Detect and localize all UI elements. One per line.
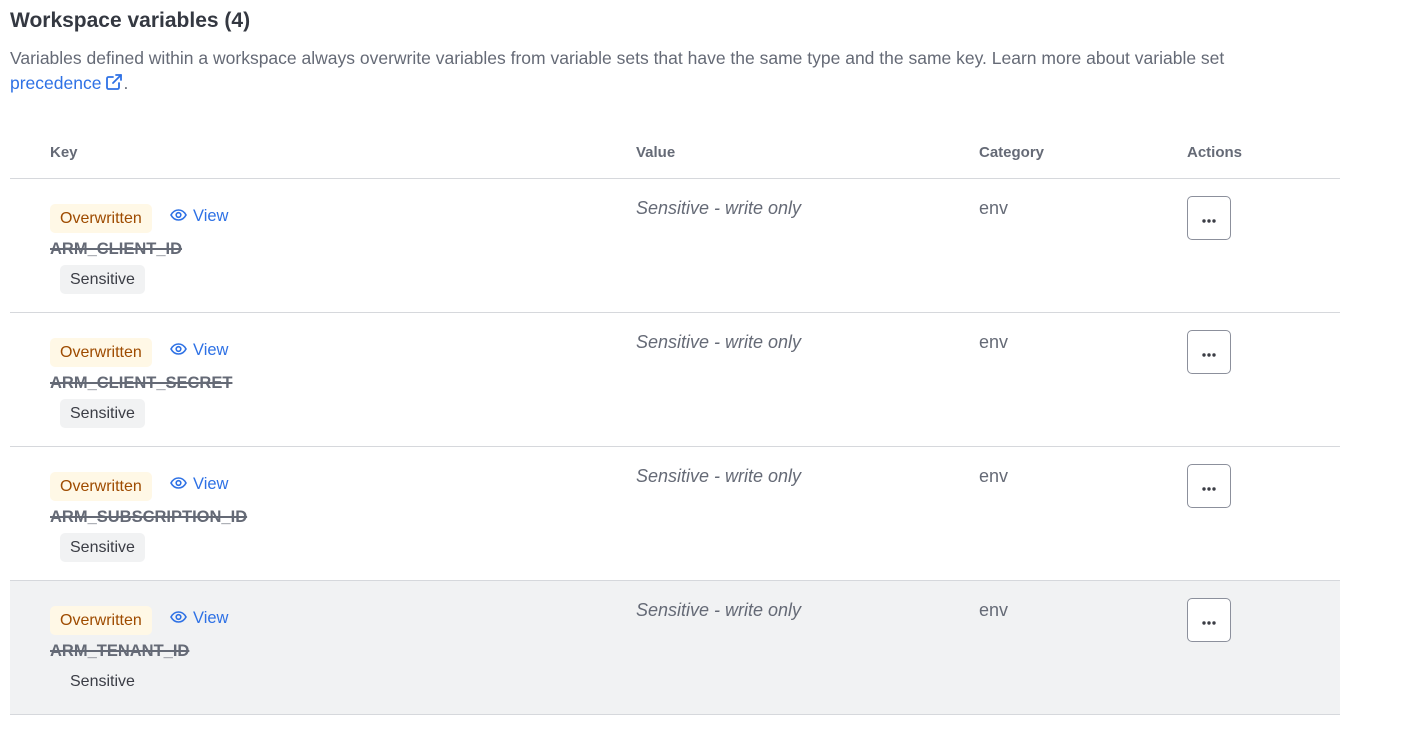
header-category: Category: [979, 144, 1045, 161]
variable-value: Sensitive - write only: [636, 466, 802, 486]
view-label: View: [193, 609, 229, 627]
precedence-link[interactable]: precedence: [10, 73, 123, 93]
row-actions-button[interactable]: [1187, 598, 1231, 642]
more-horizontal-icon: [1201, 211, 1217, 226]
variable-category: env: [979, 332, 1009, 352]
view-link[interactable]: View: [170, 207, 228, 226]
table-row: Overwritten View ARM_CLIENT_SECRET Sensi…: [10, 313, 1340, 447]
variable-value: Sensitive - write only: [636, 198, 802, 218]
row-actions-button[interactable]: [1187, 196, 1231, 240]
external-link-icon: [105, 73, 123, 98]
sensitive-badge: Sensitive: [60, 265, 145, 294]
eye-icon: [170, 341, 187, 360]
variable-key: ARM_TENANT_ID: [50, 642, 190, 660]
section-title: Workspace variables (4): [10, 9, 251, 32]
overwritten-badge: Overwritten: [50, 606, 152, 635]
view-label: View: [193, 475, 229, 493]
description-suffix: .: [123, 73, 129, 93]
header-value: Value: [636, 144, 676, 161]
table-header: Key Value Category Actions: [10, 125, 1340, 179]
row-actions-button[interactable]: [1187, 464, 1231, 508]
variable-key: ARM_CLIENT_ID: [50, 240, 183, 258]
view-label: View: [193, 207, 229, 225]
section-description: Variables defined within a workspace alw…: [10, 46, 1250, 98]
more-horizontal-icon: [1201, 345, 1217, 360]
variable-value: Sensitive - write only: [636, 332, 802, 352]
view-label: View: [193, 341, 229, 359]
row-actions-button[interactable]: [1187, 330, 1231, 374]
more-horizontal-icon: [1201, 479, 1217, 494]
table-row: Overwritten View ARM_TENANT_ID Sensitive…: [10, 581, 1340, 715]
eye-icon: [170, 609, 187, 628]
eye-icon: [170, 207, 187, 226]
variable-key: ARM_CLIENT_SECRET: [50, 374, 233, 392]
variable-key: ARM_SUBSCRIPTION_ID: [50, 508, 248, 526]
variable-category: env: [979, 600, 1009, 620]
sensitive-badge: Sensitive: [60, 533, 145, 562]
description-text: Variables defined within a workspace alw…: [10, 48, 1225, 68]
variable-value: Sensitive - write only: [636, 600, 802, 620]
overwritten-badge: Overwritten: [50, 338, 152, 367]
header-key: Key: [50, 144, 78, 161]
view-link[interactable]: View: [170, 609, 228, 628]
sensitive-badge: Sensitive: [60, 667, 145, 696]
variables-table: Key Value Category Actions Overwritten V…: [10, 125, 1340, 715]
more-horizontal-icon: [1201, 613, 1217, 628]
overwritten-badge: Overwritten: [50, 204, 152, 233]
variable-category: env: [979, 466, 1009, 486]
sensitive-badge: Sensitive: [60, 399, 145, 428]
table-row: Overwritten View ARM_SUBSCRIPTION_ID Sen…: [10, 447, 1340, 581]
precedence-link-label: precedence: [10, 73, 102, 93]
view-link[interactable]: View: [170, 341, 228, 360]
eye-icon: [170, 475, 187, 494]
view-link[interactable]: View: [170, 475, 228, 494]
table-row: Overwritten View ARM_CLIENT_ID Sensitive…: [10, 179, 1340, 313]
overwritten-badge: Overwritten: [50, 472, 152, 501]
header-actions: Actions: [1187, 144, 1243, 161]
variable-category: env: [979, 198, 1009, 218]
